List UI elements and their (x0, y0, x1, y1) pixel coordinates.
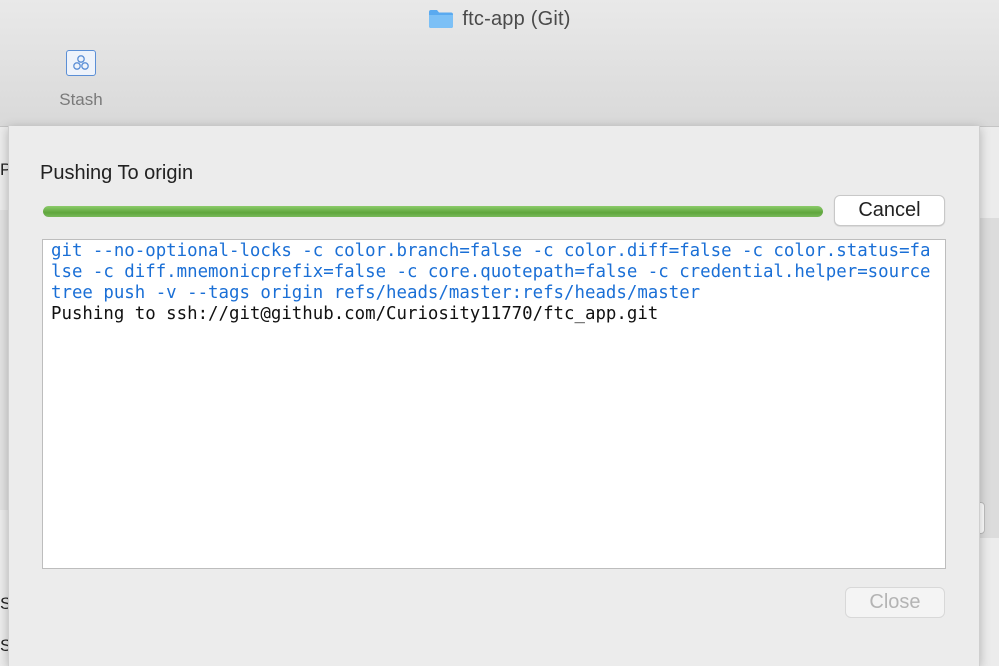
progress-bar (43, 206, 823, 217)
stash-label: Stash (59, 90, 103, 109)
log-output-text: Pushing to ssh://git@github.com/Curiosit… (51, 304, 659, 324)
window-toolbar: ftc-app (Git) Stash (0, 0, 999, 127)
window-title-area: ftc-app (Git) (0, 6, 999, 32)
close-button[interactable]: Close (845, 587, 945, 618)
log-command-text: git --no-optional-locks -c color.branch=… (51, 241, 931, 303)
progress-bar-fill (43, 206, 823, 217)
folder-icon (428, 9, 454, 29)
stash-button[interactable]: Stash (52, 50, 110, 120)
push-progress-dialog: Pushing To origin Cancel git --no-option… (8, 126, 980, 666)
stash-icon (66, 50, 96, 76)
command-log[interactable]: git --no-optional-locks -c color.branch=… (42, 239, 946, 569)
window-title: ftc-app (Git) (462, 7, 571, 30)
dialog-title: Pushing To origin (40, 162, 194, 184)
cancel-button[interactable]: Cancel (834, 195, 945, 226)
